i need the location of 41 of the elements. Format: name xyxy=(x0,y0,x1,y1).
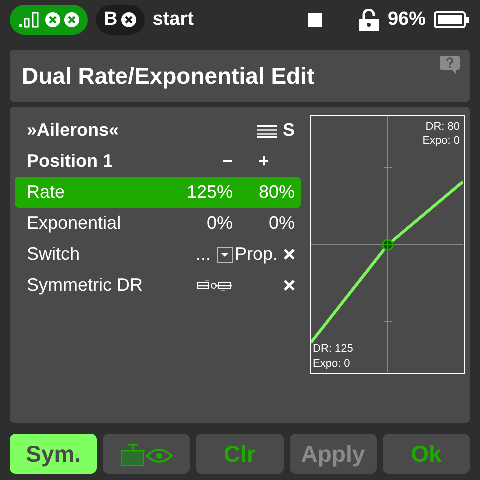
position-label: Position 1 xyxy=(27,151,114,172)
unlock-icon xyxy=(358,9,380,31)
model-name: start xyxy=(152,9,194,31)
signal-icon xyxy=(18,11,42,29)
page-title: Dual Rate/Exponential Edit xyxy=(22,62,315,90)
setting-row[interactable]: Switch ... Prop. xyxy=(15,239,301,270)
preview-button[interactable] xyxy=(103,434,190,474)
plus-header: + xyxy=(258,151,270,172)
close-icon[interactable] xyxy=(284,249,295,260)
link-icon[interactable] xyxy=(197,280,233,292)
battery-percent: 96% xyxy=(388,9,426,31)
trainer-label: B xyxy=(104,9,118,31)
close-circle-icon xyxy=(120,12,137,28)
function-tag: S xyxy=(282,120,295,141)
close-circle-icon xyxy=(45,12,61,28)
radio-status-pill[interactable] xyxy=(10,5,88,35)
close-icon[interactable] xyxy=(284,280,295,291)
dropdown-icon[interactable] xyxy=(217,246,233,262)
switch-value[interactable]: ... xyxy=(196,244,211,265)
battery-icon xyxy=(434,11,470,29)
stop-icon xyxy=(308,13,322,27)
minus-value[interactable]: 0% xyxy=(206,213,233,234)
setting-row[interactable]: Symmetric DR xyxy=(15,270,301,301)
help-icon[interactable] xyxy=(440,56,460,74)
setting-row[interactable]: Exponential 0% 0% xyxy=(15,208,301,239)
setting-label: Symmetric DR xyxy=(27,275,143,296)
function-name[interactable]: »Ailerons« xyxy=(27,120,120,141)
minus-header: − xyxy=(222,151,233,172)
setting-label: Exponential xyxy=(27,213,122,234)
curve-list-icon xyxy=(256,124,277,138)
mode-value[interactable]: Prop. xyxy=(234,244,278,265)
plus-value[interactable]: 0% xyxy=(268,213,295,234)
action-button[interactable]: Sym. xyxy=(10,434,98,474)
trainer-pill[interactable]: B xyxy=(96,5,145,35)
top-dr-label: DR: 80 xyxy=(426,120,460,134)
close-circle-icon xyxy=(64,12,80,28)
setting-label: Rate xyxy=(27,182,66,203)
bottom-dr-label: DR: 125 xyxy=(313,342,354,356)
setting-label: Switch xyxy=(27,244,80,265)
top-expo-label: Expo: 0 xyxy=(422,134,460,148)
bottom-expo-label: Expo: 0 xyxy=(313,357,350,371)
